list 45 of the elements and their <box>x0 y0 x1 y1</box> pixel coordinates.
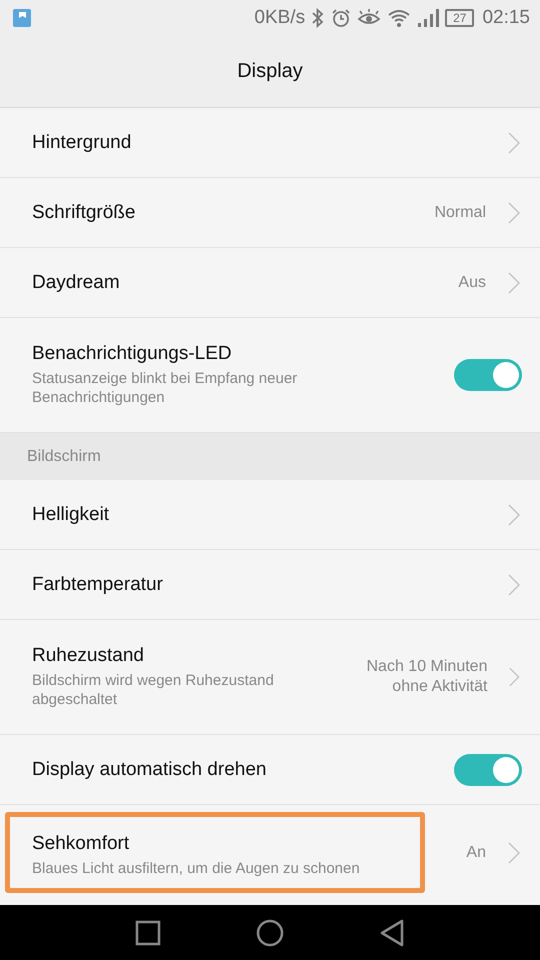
setting-label: Daydream <box>32 272 120 294</box>
settings-row[interactable]: Daydream Aus <box>0 248 540 318</box>
setting-label: Display automatisch drehen <box>32 758 266 780</box>
recents-icon[interactable] <box>135 920 161 946</box>
settings-row[interactable]: Display automatisch drehen <box>0 735 540 805</box>
setting-label: Helligkeit <box>32 504 110 526</box>
chevron-right-icon <box>509 666 520 688</box>
signal-icon <box>417 8 440 28</box>
setting-label: Ruhezustand <box>32 645 145 667</box>
home-icon[interactable] <box>256 918 284 946</box>
setting-label: Farbtemperatur <box>32 574 163 596</box>
network-speed: 0KB/s <box>254 7 306 29</box>
chevron-right-icon <box>508 504 520 526</box>
setting-value: An <box>466 842 486 862</box>
settings-row[interactable]: Farbtemperatur <box>0 550 540 620</box>
chevron-right-icon <box>508 842 520 864</box>
chevron-right-icon <box>508 132 520 154</box>
wifi-icon <box>387 8 412 28</box>
section-header: Bildschirm <box>0 433 540 480</box>
setting-description: Blaues Licht ausfiltern, um die Augen zu schonen <box>32 859 361 878</box>
back-icon[interactable] <box>379 918 405 946</box>
setting-label: Benachrichtigungs-LED <box>32 343 233 365</box>
setting-description: Bildschirm wird wegen Ruhezustand abgeschaltet <box>32 671 275 709</box>
app-notification-icon <box>13 9 31 27</box>
setting-label: Sehkomfort <box>32 833 130 855</box>
battery-level: 27 <box>445 9 474 27</box>
settings-row[interactable]: Hintergrund <box>0 108 540 178</box>
chevron-right-icon <box>508 574 520 596</box>
clock: 02:15 <box>482 7 530 29</box>
setting-description: Statusanzeige blinkt bei Empfang neuer Benachrichtigungen <box>32 369 298 407</box>
setting-value: Aus <box>458 272 486 292</box>
toggle-switch[interactable] <box>454 754 522 786</box>
screen-title: Display <box>237 60 303 83</box>
chevron-right-icon <box>508 202 520 224</box>
setting-value: Nach 10 Minuten ohne Aktivität <box>366 657 488 697</box>
alarm-icon <box>331 8 352 28</box>
settings-row[interactable]: Schriftgröße Normal <box>0 178 540 248</box>
bluetooth-icon <box>311 8 326 28</box>
setting-label: Schriftgröße <box>32 202 136 224</box>
settings-row[interactable]: Ruhezustand Bildschirm wird wegen Ruhezustand abgeschaltet Nach 10 Minuten ohne Aktivität <box>0 620 540 735</box>
setting-label: Hintergrund <box>32 132 132 154</box>
settings-row[interactable]: Helligkeit <box>0 480 540 550</box>
chevron-right-icon <box>508 272 520 294</box>
toggle-switch[interactable] <box>454 359 522 391</box>
setting-value: Normal <box>434 202 486 222</box>
